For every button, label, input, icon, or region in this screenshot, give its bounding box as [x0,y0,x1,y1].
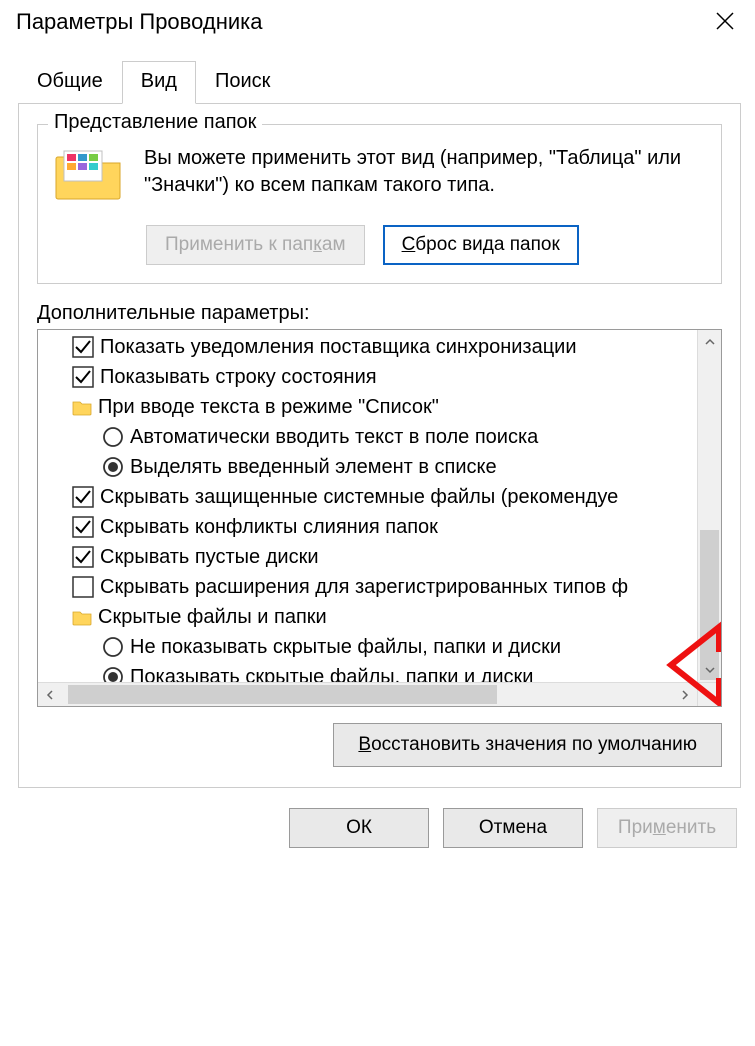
tab-content: Представление папок Вы можете применить … [18,104,741,788]
ok-button[interactable]: ОК [289,808,429,848]
checkbox-icon[interactable] [72,486,94,508]
list-item[interactable]: Скрывать расширения для зарегистрированн… [38,572,721,602]
advanced-settings-list[interactable]: Показать уведомления поставщика синхрони… [37,329,722,707]
list-item-label: При вводе текста в режиме "Список" [98,392,439,422]
list-item[interactable]: Не показывать скрытые файлы, папки и дис… [38,632,721,662]
horizontal-scrollbar[interactable] [38,682,697,706]
list-item-label: Скрытые файлы и папки [98,602,327,632]
vertical-scrollbar[interactable] [697,330,721,682]
tab-general[interactable]: Общие [18,61,122,104]
list-item[interactable]: Автоматически вводить текст в поле поиск… [38,422,721,452]
list-item[interactable]: Выделять введенный элемент в списке [38,452,721,482]
list-item[interactable]: Скрывать конфликты слияния папок [38,512,721,542]
restore-defaults-button[interactable]: Восстановить значения по умолчанию [333,723,722,767]
folder-icon [72,608,92,626]
list-item-label: Автоматически вводить текст в поле поиск… [130,422,538,452]
tab-search[interactable]: Поиск [196,61,289,104]
list-item[interactable]: Скрывать пустые диски [38,542,721,572]
tree-group: При вводе текста в режиме "Список" [38,392,721,422]
list-item-label: Выделять введенный элемент в списке [130,452,497,482]
list-item[interactable]: Показать уведомления поставщика синхрони… [38,332,721,362]
scroll-down-arrow-icon[interactable] [698,658,721,682]
close-icon [715,11,735,31]
checkbox-icon[interactable] [72,366,94,388]
checkbox-icon[interactable] [72,516,94,538]
radio-icon[interactable] [102,636,124,658]
list-item[interactable]: Показывать скрытые файлы, папки и диски [38,662,721,682]
folder-views-description: Вы можете применить этот вид (например, … [144,145,705,207]
radio-icon[interactable] [102,666,124,682]
horizontal-scroll-thumb[interactable] [68,685,497,704]
title-bar: Параметры Проводника [0,0,755,42]
tab-strip: Общие Вид Поиск [18,60,741,104]
advanced-settings-label: Дополнительные параметры: [37,302,722,325]
list-item-label: Показать уведомления поставщика синхрони… [100,332,577,362]
apply-button: Применить [597,808,737,848]
list-item[interactable]: Показывать строку состояния [38,362,721,392]
list-item-label: Показывать скрытые файлы, папки и диски [130,662,533,682]
window-title: Параметры Проводника [16,9,262,35]
folder-views-legend: Представление папок [48,111,262,134]
folder-icon [72,398,92,416]
list-item-label: Скрывать защищенные системные файлы (рек… [100,482,618,512]
tab-view[interactable]: Вид [122,61,196,104]
scroll-up-arrow-icon[interactable] [698,330,721,354]
list-item-label: Показывать строку состояния [100,362,377,392]
list-item[interactable]: Скрывать защищенные системные файлы (рек… [38,482,721,512]
scrollbar-corner [697,682,721,706]
list-item-label: Не показывать скрытые файлы, папки и дис… [130,632,561,662]
radio-icon[interactable] [102,426,124,448]
list-item-label: Скрывать расширения для зарегистрированн… [100,572,628,602]
apply-to-folders-button: Применить к папкам [146,225,365,265]
checkbox-icon[interactable] [72,576,94,598]
radio-icon[interactable] [102,456,124,478]
cancel-button[interactable]: Отмена [443,808,583,848]
tree-group: Скрытые файлы и папки [38,602,721,632]
list-item-label: Скрывать пустые диски [100,542,319,572]
checkbox-icon[interactable] [72,336,94,358]
folder-views-group: Представление папок Вы можете применить … [37,124,722,284]
list-item-label: Скрывать конфликты слияния папок [100,512,438,542]
close-button[interactable] [709,8,741,36]
scroll-left-arrow-icon[interactable] [38,683,62,707]
checkbox-icon[interactable] [72,546,94,568]
scroll-right-arrow-icon[interactable] [673,683,697,707]
folder-with-thumbnails-icon [54,145,124,207]
reset-folders-button[interactable]: Сброс вида папок [383,225,579,265]
dialog-footer: ОК Отмена Применить [0,798,755,848]
